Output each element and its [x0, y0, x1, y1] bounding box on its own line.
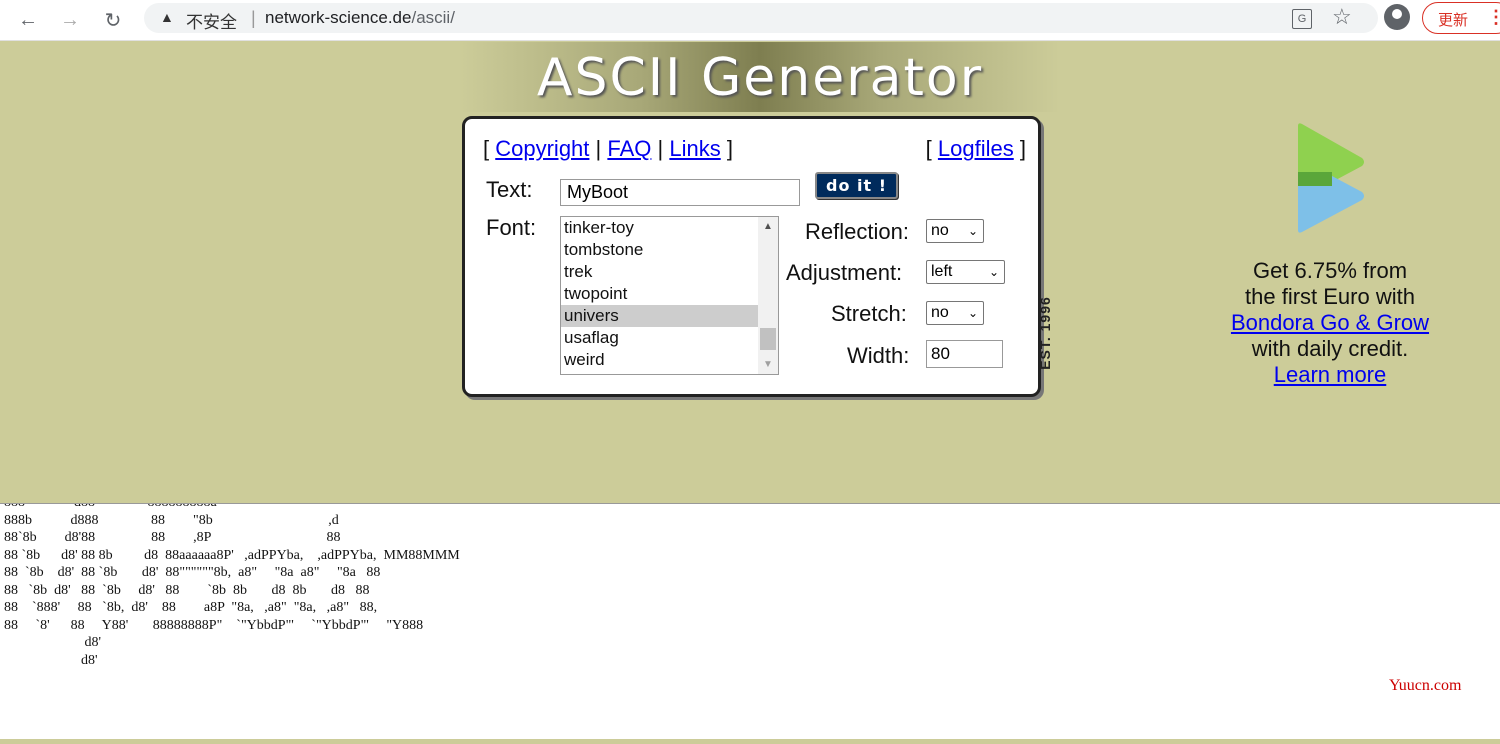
- stretch-label: Stretch:: [831, 301, 907, 326]
- url-path: /ascii/: [411, 8, 455, 27]
- font-listbox[interactable]: tinker-toy tombstone trek twopoint unive…: [560, 216, 779, 375]
- translate-icon[interactable]: G: [1292, 9, 1312, 29]
- watermark: Yuucn.com: [1389, 677, 1462, 694]
- faq-link[interactable]: FAQ: [607, 136, 651, 161]
- font-option[interactable]: tinker-toy: [561, 217, 758, 239]
- scroll-down-icon[interactable]: ▼: [763, 359, 773, 370]
- font-list-scrollbar[interactable]: ▲ ▼: [758, 217, 778, 374]
- font-option[interactable]: tombstone: [561, 239, 758, 261]
- generator-panel: [ Copyright | FAQ | Links ] [ Logfiles ]…: [462, 116, 1041, 397]
- url-text[interactable]: network-science.de/ascii/: [265, 8, 455, 28]
- ascii-art-output: 888 d88 888888888a 888b d888 88 "8b ,d 8…: [4, 504, 460, 668]
- reflection-label: Reflection:: [805, 219, 909, 244]
- adjustment-value: left: [931, 263, 953, 280]
- adjustment-label: Adjustment:: [786, 260, 903, 285]
- text-label: Text:: [486, 177, 533, 202]
- bottom-strip: [0, 739, 1500, 744]
- address-divider: |: [251, 8, 256, 28]
- reload-icon[interactable]: ↻: [99, 6, 127, 34]
- bondora-link[interactable]: Bondora Go & Grow: [1231, 310, 1429, 335]
- links-link[interactable]: Links: [669, 136, 720, 161]
- link-separator: |: [595, 136, 602, 161]
- bracket-close: ]: [1019, 136, 1026, 161]
- stretch-value: no: [931, 304, 949, 321]
- security-status[interactable]: 不安全: [186, 8, 237, 33]
- adjustment-select[interactable]: left ⌄: [926, 260, 1005, 284]
- text-input[interactable]: MyBoot: [560, 179, 800, 206]
- ad-line: the first Euro with: [1245, 284, 1415, 309]
- reflection-select[interactable]: no ⌄: [926, 219, 984, 243]
- ascii-output-area: 888 d88 888888888a 888b d888 88 "8b ,d 8…: [0, 503, 1500, 740]
- stretch-select[interactable]: no ⌄: [926, 301, 984, 325]
- ad-line: with daily credit.: [1251, 336, 1409, 361]
- bracket-open: [: [925, 136, 932, 161]
- scroll-up-icon[interactable]: ▲: [763, 221, 773, 232]
- ad-line: Get 6.75% from: [1252, 258, 1408, 283]
- update-button[interactable]: 更新 ⋮: [1422, 2, 1500, 34]
- chevron-down-icon: ⌄: [967, 306, 978, 320]
- font-option[interactable]: trek: [561, 261, 758, 283]
- warning-icon[interactable]: ▲: [160, 9, 174, 25]
- title-banner: ASCII Generator: [460, 42, 1060, 112]
- bookmark-star-icon[interactable]: ☆: [1332, 4, 1352, 30]
- url-host: network-science.de: [265, 8, 412, 27]
- address-bar[interactable]: ▲ 不安全 | network-science.de/ascii/: [144, 3, 1378, 33]
- top-links: [ Copyright | FAQ | Links ]: [483, 136, 733, 162]
- chevron-down-icon: ⌄: [988, 265, 999, 279]
- chevron-down-icon: ⌄: [967, 224, 978, 238]
- reflection-value: no: [931, 222, 949, 239]
- width-input[interactable]: 80: [926, 340, 1003, 368]
- est-label: EST. 1996: [1036, 290, 1062, 380]
- browser-toolbar: ← → ↻ ▲ 不安全 | network-science.de/ascii/ …: [0, 0, 1500, 41]
- more-menu-icon[interactable]: ⋮: [1487, 7, 1500, 28]
- do-it-button[interactable]: do it !: [815, 172, 898, 199]
- link-separator: |: [657, 136, 664, 161]
- est-text: EST. 1996: [1036, 296, 1053, 370]
- font-label: Font:: [486, 215, 537, 240]
- logfiles-links: [ Logfiles ]: [926, 136, 1026, 162]
- ad-copy: Get 6.75% from the first Euro with Bondo…: [1200, 258, 1460, 388]
- bracket-open: [: [483, 136, 490, 161]
- font-option-selected[interactable]: univers: [561, 305, 758, 327]
- font-option[interactable]: twopoint: [561, 283, 758, 305]
- update-label: 更新: [1438, 12, 1469, 29]
- account-icon[interactable]: [1384, 4, 1410, 30]
- forward-icon[interactable]: →: [56, 6, 84, 34]
- copyright-link[interactable]: Copyright: [495, 136, 589, 161]
- width-label: Width:: [847, 343, 910, 368]
- font-option[interactable]: weird: [561, 349, 758, 371]
- back-icon[interactable]: ←: [14, 6, 42, 34]
- page-title: ASCII Generator: [536, 48, 984, 108]
- learn-more-link[interactable]: Learn more: [1274, 362, 1387, 387]
- bracket-close: ]: [726, 136, 733, 161]
- font-option[interactable]: usaflag: [561, 327, 758, 349]
- bondora-logo-icon[interactable]: [1296, 122, 1366, 234]
- logfiles-link[interactable]: Logfiles: [938, 136, 1014, 161]
- scroll-thumb[interactable]: [760, 328, 776, 350]
